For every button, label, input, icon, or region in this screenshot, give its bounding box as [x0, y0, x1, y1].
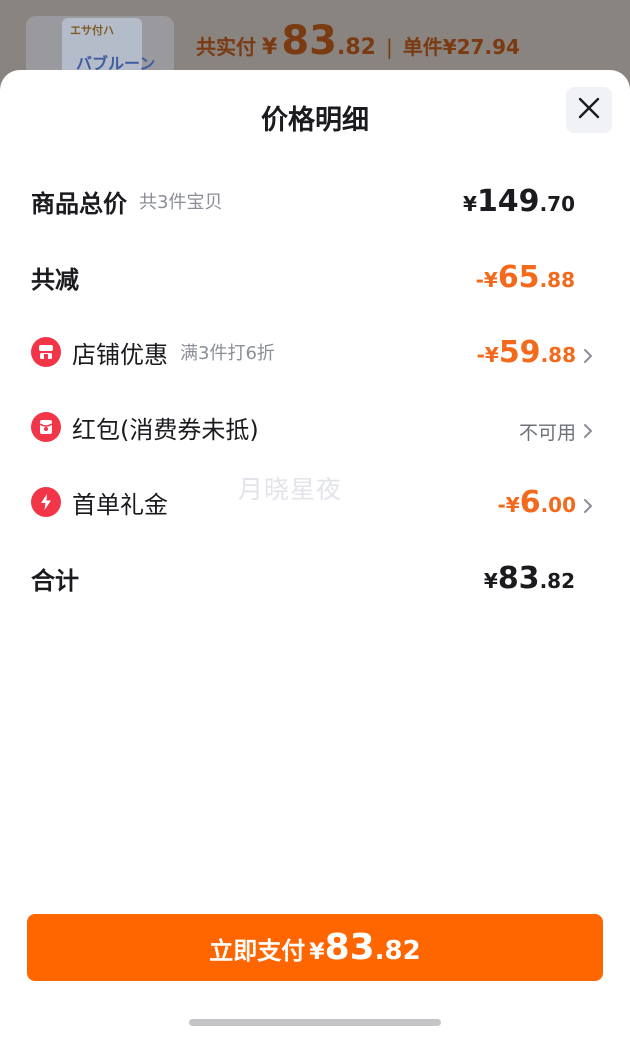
pay-now-label: 立即支付	[209, 937, 306, 965]
row-red-packet[interactable]: 红包(消费券未抵) 不可用	[0, 402, 630, 452]
watermark: 月晓星夜	[238, 475, 343, 504]
chevron-right-icon	[582, 347, 594, 365]
goods-total-currency: ¥	[463, 192, 477, 216]
lightning-icon	[31, 487, 61, 517]
goods-total-integer: 149	[476, 184, 540, 219]
row-sum: 合计 ¥ 83 .82	[0, 553, 630, 603]
red-packet-icon	[31, 412, 61, 442]
goods-total-decimal: .70	[539, 192, 575, 216]
row-goods-total: 商品总价 共3件宝贝 ¥ 149 .70	[0, 176, 630, 226]
first-order-gift-prefix: -¥	[497, 493, 520, 517]
total-reduction-integer: 65	[497, 260, 540, 295]
pay-now-button[interactable]: 立即支付 ¥ 83 .82	[27, 914, 603, 981]
price-detail-sheet: 价格明细 商品总价 共3件宝贝 ¥ 149 .70 共减 -¥ 65 .88 店…	[0, 70, 630, 1039]
shop-discount-integer: 59	[498, 335, 541, 370]
row-shop-discount[interactable]: 店铺优惠 满3件打6折 -¥ 59 .88	[0, 327, 630, 377]
first-order-gift-decimal: .00	[540, 493, 576, 517]
total-paid-decimal: .82	[336, 35, 376, 60]
shop-discount-rule: 满3件打6折	[180, 343, 275, 364]
pay-now-integer: 83	[324, 927, 375, 968]
total-reduction-amount: -¥ 65 .88	[476, 260, 575, 295]
total-paid-label: 共实付	[196, 35, 256, 59]
pay-now-currency: ¥	[309, 940, 325, 965]
chevron-right-icon	[582, 497, 594, 515]
price-separator: |	[385, 35, 393, 59]
home-indicator[interactable]	[189, 1019, 441, 1026]
sum-amount: ¥ 83 .82	[484, 561, 575, 596]
shop-icon	[31, 337, 61, 367]
sheet-title: 价格明细	[261, 105, 369, 136]
unit-price-value: ¥27.94	[442, 35, 520, 59]
goods-count-note: 共3件宝贝	[139, 192, 223, 213]
total-reduction-label: 共减	[31, 265, 79, 294]
first-order-gift-label: 首单礼金	[72, 490, 168, 519]
shop-discount-decimal: .88	[540, 343, 576, 367]
shop-discount-prefix: -¥	[476, 343, 499, 367]
total-reduction-prefix: -¥	[475, 268, 498, 292]
red-packet-status: 不可用	[518, 421, 576, 444]
total-paid-integer: 83	[281, 18, 337, 64]
goods-total-label: 商品总价	[31, 189, 127, 218]
unit-price-label: 单件	[402, 35, 443, 59]
sum-integer: 83	[497, 561, 540, 596]
first-order-gift-amount: -¥ 6 .00	[497, 485, 576, 520]
background-price-summary: 共实付 ¥ 83 .82 | 单件 ¥27.94	[196, 18, 520, 64]
first-order-gift-integer: 6	[519, 485, 541, 520]
row-total-reduction: 共减 -¥ 65 .88	[0, 252, 630, 302]
shop-discount-label: 店铺优惠	[72, 340, 168, 369]
goods-total-amount: ¥ 149 .70	[463, 184, 575, 219]
close-button[interactable]	[566, 87, 612, 133]
sum-decimal: .82	[539, 569, 575, 593]
total-reduction-decimal: .88	[539, 268, 575, 292]
chevron-right-icon	[582, 422, 594, 440]
close-icon	[577, 96, 601, 124]
total-paid-currency: ¥	[262, 35, 278, 60]
sum-currency: ¥	[483, 569, 498, 593]
product-thumb-text: エサ付ハ	[70, 24, 114, 37]
pay-now-decimal: .82	[374, 936, 421, 966]
shop-discount-amount: -¥ 59 .88	[477, 335, 576, 370]
sum-label: 合计	[31, 566, 79, 595]
red-packet-label: 红包(消费券未抵)	[72, 415, 259, 444]
